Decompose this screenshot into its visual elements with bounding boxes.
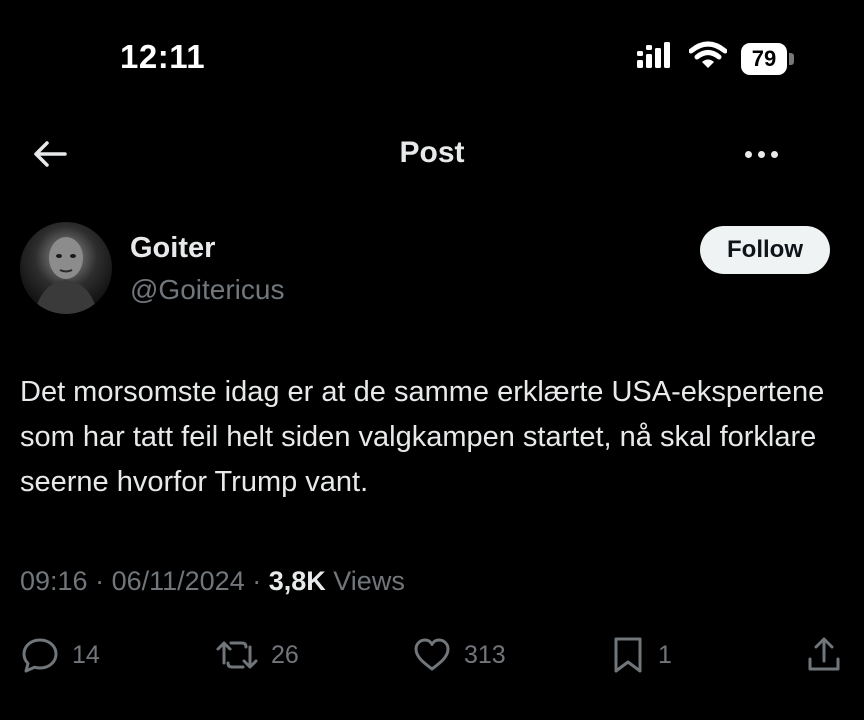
signal-icon xyxy=(635,40,675,77)
author-handle[interactable]: @Goitericus xyxy=(130,274,284,306)
wifi-icon xyxy=(688,41,728,76)
battery-icon: 79 xyxy=(741,42,794,75)
like-count: 313 xyxy=(464,640,506,669)
avatar[interactable] xyxy=(20,222,112,314)
bookmark-button[interactable]: 1 xyxy=(610,630,672,680)
status-time: 12:11 xyxy=(120,38,206,75)
action-bar: 14 26 313 1 xyxy=(0,630,864,680)
post-meta: 09:16 · 06/11/2024 · 3,8K Views xyxy=(20,566,405,596)
post-author: Goiter @Goitericus Follow xyxy=(20,222,840,322)
repost-count: 26 xyxy=(271,640,299,669)
top-nav: Post xyxy=(0,120,864,190)
share-button[interactable] xyxy=(804,630,844,680)
post-date: 06/11/2024 xyxy=(111,566,245,596)
bookmark-icon xyxy=(614,637,642,673)
bookmark-count: 1 xyxy=(658,640,672,669)
page-title: Post xyxy=(399,136,465,169)
status-bar: 12:11 79 xyxy=(0,0,864,120)
reply-icon xyxy=(22,638,58,673)
like-button[interactable]: 313 xyxy=(412,630,506,680)
views-label: Views xyxy=(333,566,405,596)
reply-button[interactable]: 14 xyxy=(20,630,100,680)
repost-button[interactable]: 26 xyxy=(215,630,299,680)
follow-button[interactable]: Follow xyxy=(700,226,830,274)
heart-icon xyxy=(414,638,450,671)
repost-icon xyxy=(216,641,258,669)
more-button[interactable] xyxy=(736,132,786,176)
post-text: Det morsomste idag er at de samme erklær… xyxy=(20,376,825,498)
more-icon-dot xyxy=(757,150,765,158)
reply-count: 14 xyxy=(72,640,100,669)
battery-level: 79 xyxy=(741,42,787,75)
more-icon-dot xyxy=(770,150,778,158)
more-icon-dot xyxy=(744,150,752,158)
share-icon xyxy=(808,637,840,671)
views-count: 3,8K xyxy=(268,566,326,596)
author-name[interactable]: Goiter xyxy=(130,232,215,265)
status-icons: 79 xyxy=(635,40,794,77)
post-time: 09:16 xyxy=(20,566,88,596)
